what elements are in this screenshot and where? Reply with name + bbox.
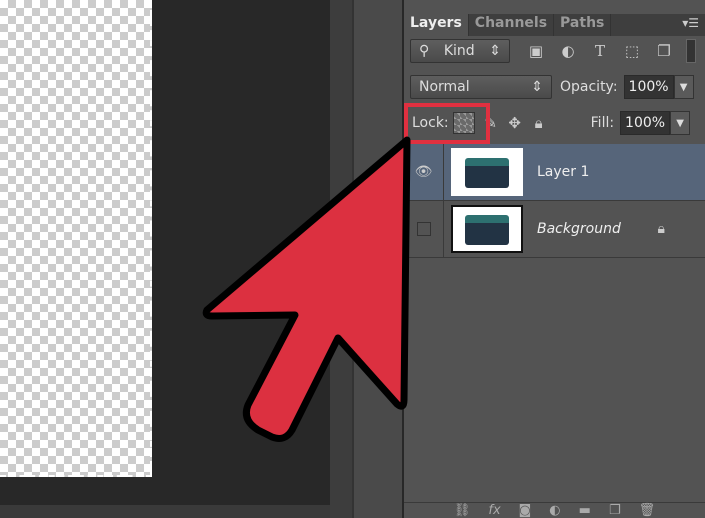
pointer-arrow-annotation [202,136,411,442]
arrow-shape [202,136,411,442]
